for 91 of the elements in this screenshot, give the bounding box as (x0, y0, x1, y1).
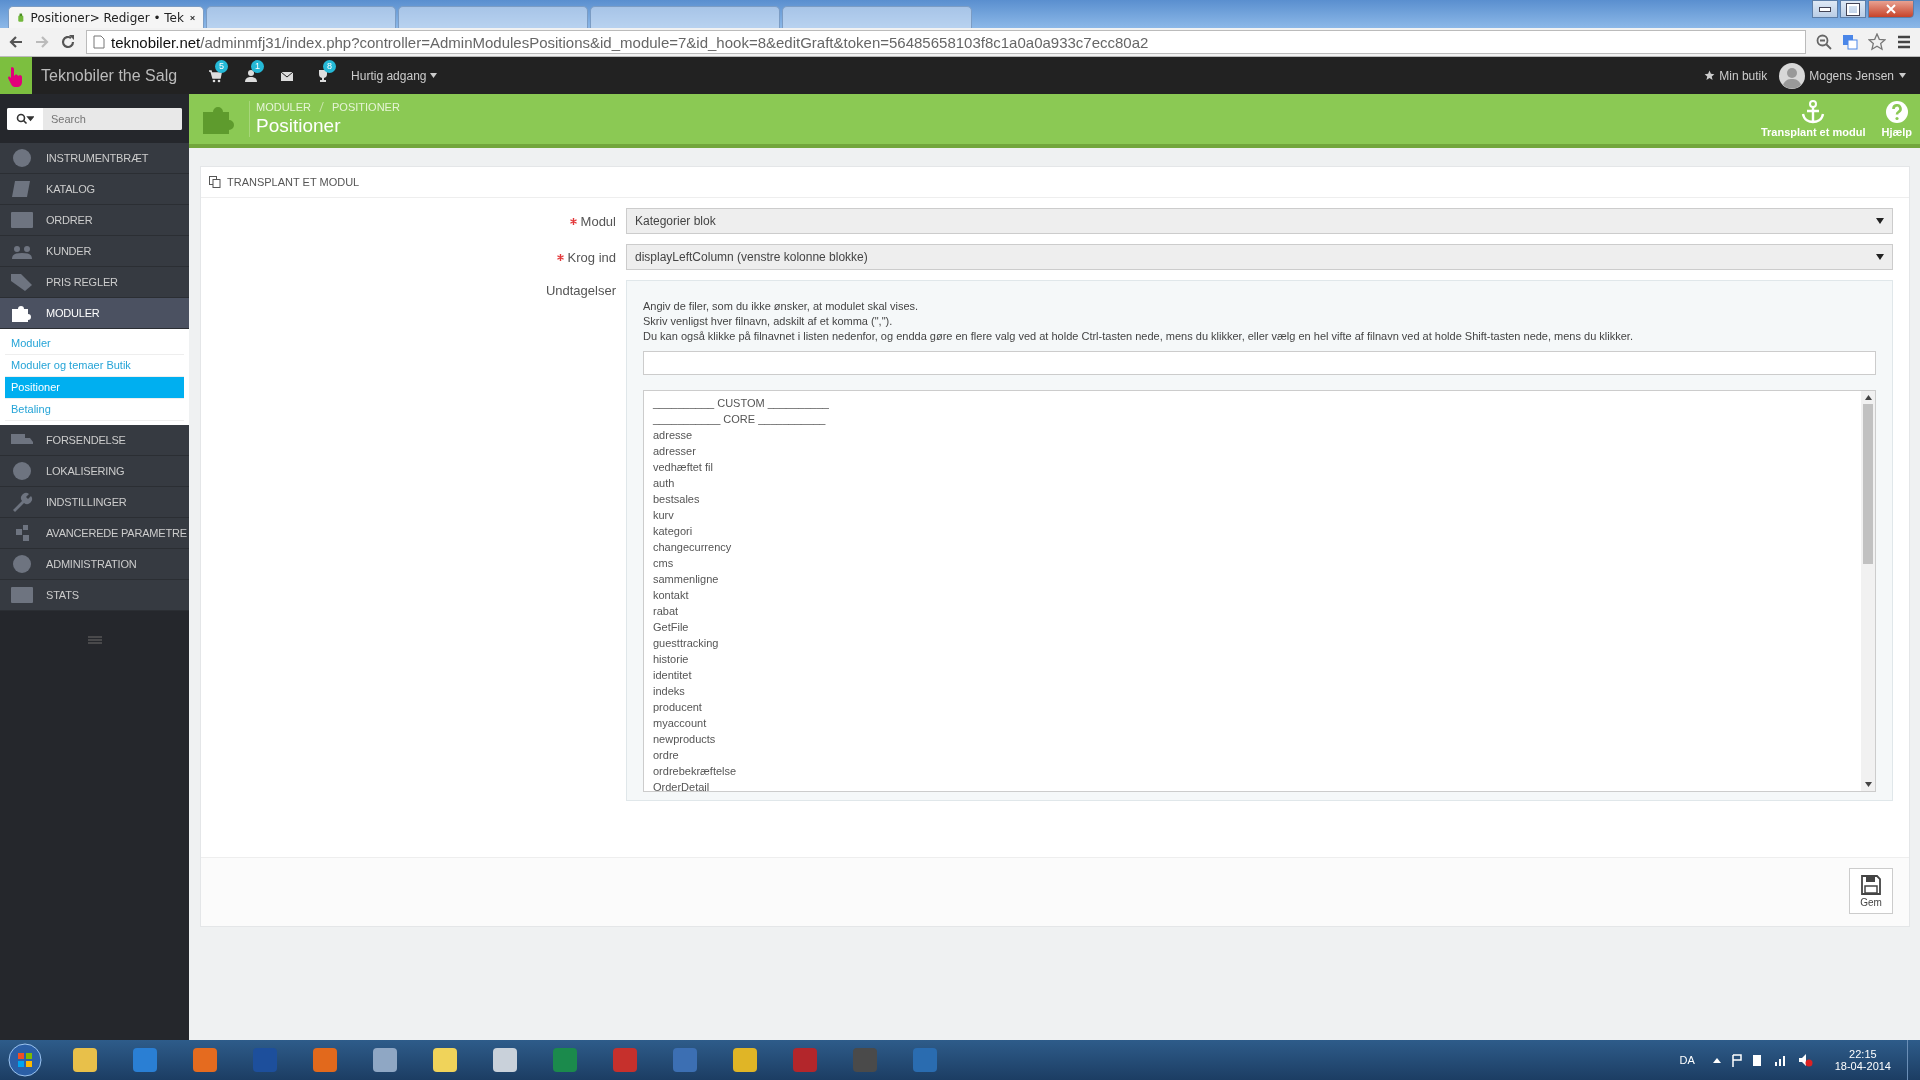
list-option[interactable]: changecurrency (653, 539, 1852, 555)
page-icon (93, 35, 105, 49)
clock[interactable]: 22:15 18-04-2014 (1834, 1048, 1891, 1072)
hook-select[interactable]: displayLeftColumn (venstre kolonne blokke) (626, 244, 1893, 270)
help-icon (1884, 100, 1909, 124)
save-button[interactable]: Gem (1849, 868, 1893, 914)
star-icon[interactable] (1704, 70, 1716, 81)
list-option[interactable]: myaccount (653, 715, 1852, 731)
menu-icon[interactable] (1896, 34, 1912, 50)
quick-access-menu[interactable]: Hurtig adgang (351, 68, 427, 83)
list-option[interactable]: rabat (653, 603, 1852, 619)
copy-icon (209, 176, 221, 188)
sidebar-item[interactable]: KATALOG (0, 174, 189, 205)
person-icon[interactable] (244, 68, 259, 83)
field-label: Modul (580, 213, 616, 229)
anchor-icon (1800, 100, 1827, 124)
sidebar-item[interactable]: ADMINISTRATION (0, 549, 189, 580)
tag-icon (10, 272, 34, 292)
search-field[interactable]: Search (7, 107, 182, 130)
browser-tab[interactable]: Positioner> Rediger • Tek (8, 6, 204, 28)
maximize-button[interactable] (1840, 0, 1866, 18)
star-icon[interactable] (1868, 33, 1886, 51)
user-menu[interactable]: Mogens Jensen (1809, 68, 1894, 83)
caret-icon[interactable] (1899, 73, 1906, 78)
list-option[interactable]: auth (653, 475, 1852, 491)
sidebar-item[interactable]: FORSENDELSE (0, 425, 189, 456)
field-label: Undtagelser (544, 282, 617, 298)
sidebar-item[interactable]: PRIS REGLER (0, 267, 189, 298)
avatar-icon[interactable] (1779, 62, 1806, 89)
translate-icon[interactable] (1842, 34, 1858, 50)
notification-count: 5 (215, 59, 229, 73)
address-field[interactable]: teknobiler.net/adminmfj31/index.php?controller=AdminModulesPositions&id_module=7&id_hook=8&editGraft&token=56485658103f8c1a0a0a933c7ecc80a2 (86, 30, 1806, 54)
list-option[interactable]: historie (653, 651, 1852, 667)
list-option[interactable]: GetFile (653, 619, 1852, 635)
list-option[interactable]: identitet (653, 667, 1852, 683)
scrollbar-thumb[interactable] (1863, 404, 1873, 564)
list-option[interactable]: adresse (653, 427, 1852, 443)
list-option[interactable]: OrderDetail (653, 779, 1852, 795)
scroll-down-icon[interactable] (1864, 782, 1872, 787)
shop-name[interactable]: Teknobiler the Salg (41, 66, 178, 85)
help-text: Skriv venligst hver filnavn, adskilt af et komma (","). (643, 314, 894, 329)
cart-icon[interactable] (208, 68, 223, 83)
sidebar-item[interactable]: AVANCEREDE PARAMETRE (0, 518, 189, 549)
exceptions-field[interactable] (643, 351, 1876, 375)
reload-icon[interactable] (60, 34, 76, 50)
list-option[interactable]: ordre (653, 747, 1852, 763)
panel-title: TRANSPLANT ET MODUL (227, 176, 360, 188)
start-button[interactable] (8, 1043, 42, 1077)
close-icon (1886, 4, 1896, 14)
module-select[interactable]: Kategorier blok (626, 208, 1893, 234)
notification-count: 1 (251, 59, 265, 73)
help-text: Du kan også klikke på filnavnet i listen nedenfor, og endda gøre en flere valg ved at holde Ctrl-tasten nede, mens du klikker, eller vælg en hel vifte af filnavn ved at holde Shift-tasten nede, mens du klikker. (643, 329, 1634, 344)
caret-icon[interactable] (430, 73, 438, 78)
puzzle-icon (10, 303, 34, 323)
sidebar-item[interactable]: MODULER (0, 298, 189, 329)
field-label: Krog ind (567, 249, 616, 265)
list-option[interactable]: __________ CUSTOM __________ (653, 395, 1852, 411)
sidebar-item[interactable]: KUNDER (0, 236, 189, 267)
help-text: Angiv de filer, som du ikke ønsker, at modulet skal vises. (643, 299, 920, 314)
sidebar-item[interactable]: STATS (0, 580, 189, 611)
list-option[interactable]: kontakt (653, 587, 1852, 603)
page-title: Positioner (256, 115, 342, 137)
caret-icon (1876, 254, 1884, 260)
list-option[interactable]: ___________ CORE ___________ (653, 411, 1852, 427)
list-option[interactable]: newproducts (653, 731, 1852, 747)
notification-count: 8 (323, 59, 337, 73)
list-option[interactable]: kurv (653, 507, 1852, 523)
close-icon[interactable] (189, 13, 195, 22)
sidebar-item[interactable]: INSTRUMENTBRÆT (0, 143, 189, 174)
list-option[interactable]: kategori (653, 523, 1852, 539)
list-option[interactable]: cms (653, 555, 1852, 571)
zoom-icon[interactable] (1816, 34, 1832, 50)
sidebar-item[interactable]: ORDRER (0, 205, 189, 236)
close-button[interactable] (1868, 0, 1914, 18)
caret-icon (1876, 218, 1884, 224)
list-option[interactable]: vedhæftet fil (653, 459, 1852, 475)
back-icon[interactable] (8, 34, 24, 50)
list-option[interactable]: indeks (653, 683, 1852, 699)
list-option[interactable]: guesttracking (653, 635, 1852, 651)
language-indicator[interactable]: DA (1679, 1054, 1695, 1066)
minimize-button[interactable] (1812, 0, 1838, 18)
search-icon[interactable] (16, 112, 34, 125)
list-option[interactable]: sammenligne (653, 571, 1852, 587)
list-option[interactable]: bestsales (653, 491, 1852, 507)
scroll-up-icon[interactable] (1864, 395, 1872, 400)
list-option[interactable]: adresser (653, 443, 1852, 459)
sidebar-item[interactable]: LOKALISERING (0, 456, 189, 487)
my-shop-link[interactable]: Min butik (1719, 68, 1768, 83)
sidebar-item[interactable]: INDSTILLINGER (0, 487, 189, 518)
list-option[interactable]: ordrebekræftelse (653, 763, 1852, 779)
list-option[interactable]: producent (653, 699, 1852, 715)
